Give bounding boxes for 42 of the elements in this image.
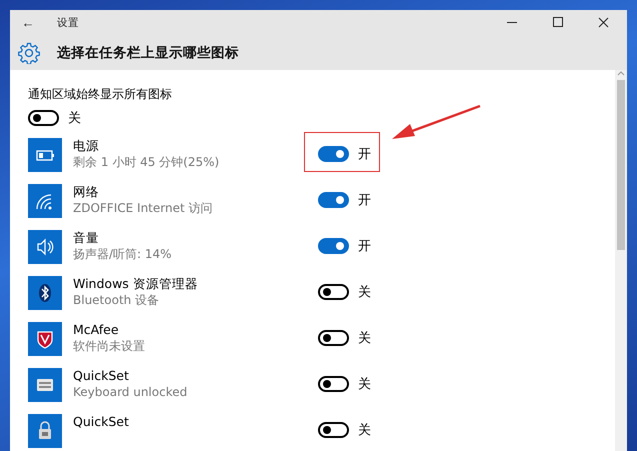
toggle-state-label: 开 — [358, 146, 371, 163]
app-icon — [28, 184, 62, 218]
toggle-switch[interactable] — [318, 376, 349, 392]
toggle-switch[interactable] — [318, 330, 349, 346]
back-button[interactable]: ← — [10, 15, 46, 30]
toggle-switch[interactable] — [318, 284, 349, 300]
toggle-switch[interactable] — [318, 146, 349, 162]
toggle-state-label: 关 — [358, 376, 371, 393]
app-name: 音量 — [73, 229, 100, 246]
toggle-state-label: 开 — [358, 238, 371, 255]
app-status: 扬声器/听筒: 14% — [73, 246, 173, 262]
toggle-state-label: 关 — [358, 284, 371, 301]
toggle-switch[interactable] — [318, 238, 349, 254]
app-name: Windows 资源管理器 — [73, 275, 199, 292]
setting-label: 通知区域始终显示所有图标 — [28, 86, 173, 103]
window-title: 设置 — [57, 16, 80, 30]
app-status: 软件尚未设置 — [73, 338, 146, 354]
toggle-state-label: 关 — [358, 422, 371, 439]
toggle-switch[interactable] — [318, 422, 349, 438]
app-status: Bluetooth 设备 — [73, 292, 160, 308]
app-name: McAfee — [73, 321, 120, 338]
toggle-switch[interactable] — [318, 192, 349, 208]
app-name: 网络 — [73, 183, 100, 200]
toggle-state-label: 开 — [358, 192, 371, 209]
toggle-switch[interactable] — [28, 110, 59, 126]
scroll-thumb[interactable] — [617, 80, 625, 250]
app-name: QuickSet — [73, 367, 130, 384]
app-status: Keyboard unlocked — [73, 384, 188, 400]
page-title: 选择在任务栏上显示哪些图标 — [57, 44, 239, 62]
app-name: 电源 — [73, 137, 100, 154]
app-icon — [28, 322, 62, 356]
toggle-state-label: 关 — [68, 110, 81, 127]
app-icon — [28, 368, 62, 402]
toggle-state-label: 关 — [358, 330, 371, 347]
app-icon — [28, 276, 62, 310]
app-status: ZDOFFICE Internet 访问 — [73, 200, 214, 216]
app-status: 剩余 1 小时 45 分钟(25%) — [73, 154, 220, 170]
app-icon — [28, 230, 62, 264]
app-name: QuickSet — [73, 413, 130, 430]
app-icon — [28, 414, 62, 448]
app-icon — [28, 138, 62, 172]
settings-icon — [18, 42, 40, 64]
